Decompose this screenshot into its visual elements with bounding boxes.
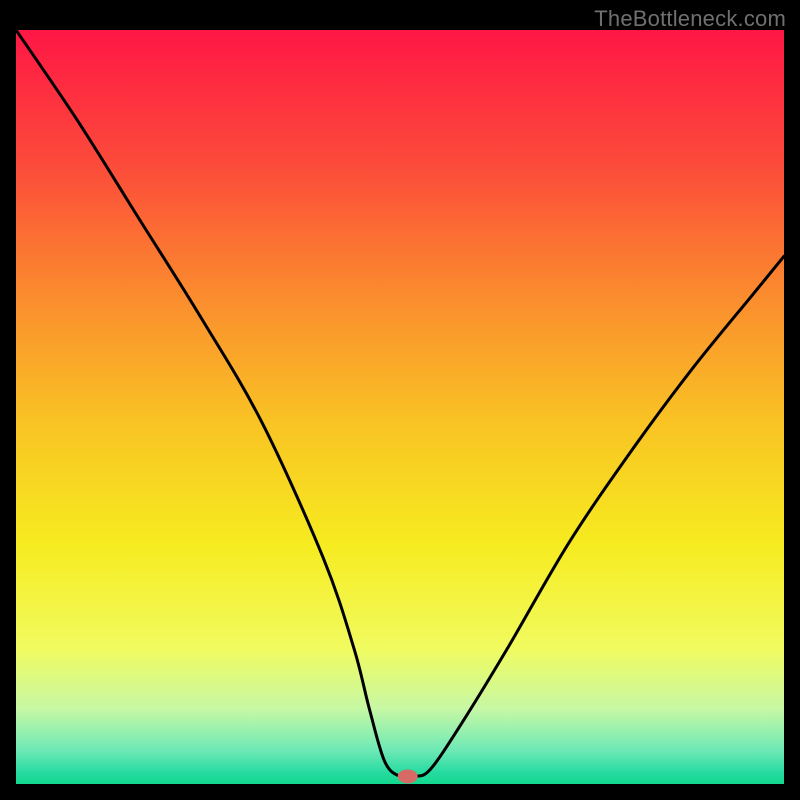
chart-container: TheBottleneck.com (0, 0, 800, 800)
watermark-text: TheBottleneck.com (594, 6, 786, 32)
plot-area (16, 30, 784, 784)
plot-svg (16, 30, 784, 784)
optimum-marker (398, 769, 418, 783)
gradient-background (16, 30, 784, 784)
